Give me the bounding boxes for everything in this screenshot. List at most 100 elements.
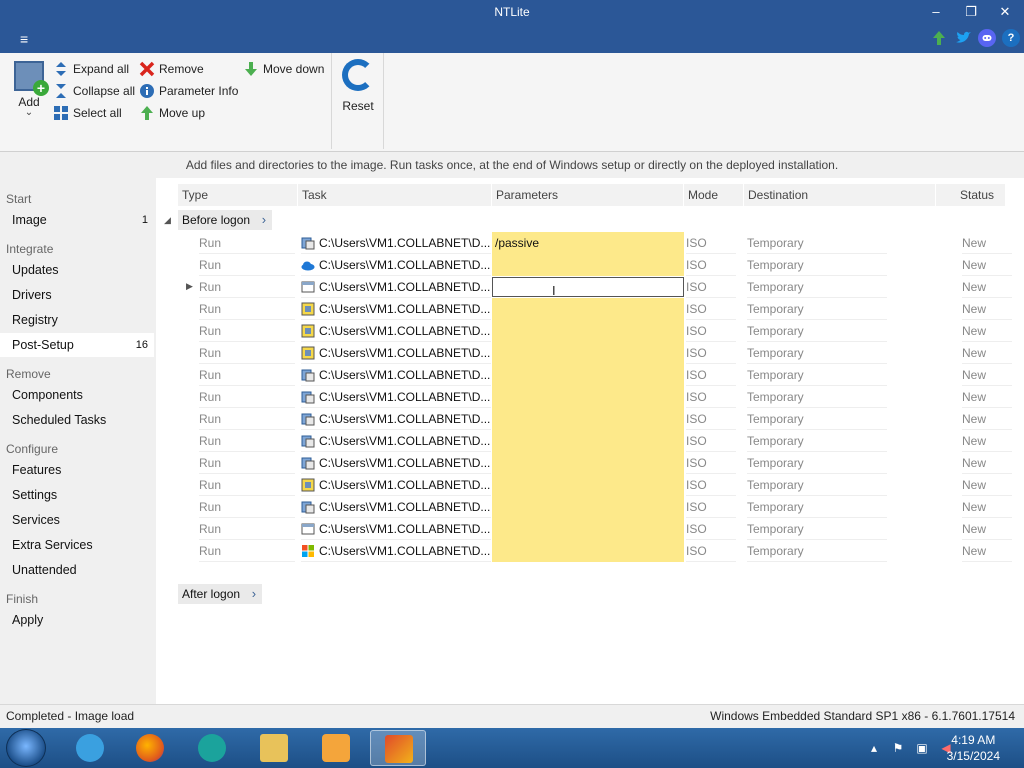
parameters-cell[interactable] bbox=[492, 496, 684, 518]
sidebar-item-apply[interactable]: Apply bbox=[0, 608, 154, 632]
parameters-cell[interactable]: /passive bbox=[492, 232, 684, 254]
collapse-all-button[interactable]: Collapse all bbox=[53, 81, 135, 101]
discord-icon[interactable] bbox=[978, 29, 996, 47]
restore-button[interactable]: ❐ bbox=[956, 2, 986, 22]
sidebar-item-components[interactable]: Components bbox=[0, 383, 154, 407]
sidebar-item-post-setup[interactable]: Post-Setup 16 bbox=[0, 333, 154, 357]
parameter-info-button[interactable]: Parameter Info bbox=[139, 81, 238, 101]
minimize-button[interactable]: – bbox=[921, 2, 951, 22]
sidebar-item-registry[interactable]: Registry bbox=[0, 308, 154, 332]
type-cell-text: Run bbox=[199, 456, 222, 470]
group-header-before-logon[interactable]: Before logon › bbox=[178, 210, 273, 230]
destination-cell-text: Temporary bbox=[747, 346, 804, 360]
parameters-cell[interactable] bbox=[492, 386, 684, 408]
sidebar-item-drivers[interactable]: Drivers bbox=[0, 283, 154, 307]
sidebar-item-label: Image bbox=[12, 213, 47, 227]
network-icon[interactable]: ▣ bbox=[914, 740, 930, 756]
column-header-task[interactable]: Task bbox=[298, 184, 492, 206]
taskbar-internet-explorer[interactable] bbox=[62, 730, 118, 766]
group-header-after-logon[interactable]: After logon › bbox=[178, 584, 263, 604]
parameters-cell[interactable] bbox=[492, 452, 684, 474]
parameters-cell[interactable] bbox=[492, 408, 684, 430]
select-all-button[interactable]: Select all bbox=[53, 103, 122, 123]
task-row[interactable]: Run C:\Users\VM1.COLLABNET\D... ISO Tempora… bbox=[156, 342, 1024, 364]
clock[interactable]: 4:19 AM 3/15/2024 bbox=[947, 732, 1000, 764]
type-cell-text: Run bbox=[199, 500, 222, 514]
status-cell-text: New bbox=[962, 346, 987, 360]
parameters-cell[interactable] bbox=[492, 298, 684, 320]
remove-button[interactable]: Remove bbox=[139, 59, 204, 79]
taskbar-media-player[interactable] bbox=[308, 730, 364, 766]
task-row[interactable]: Run C:\Users\VM1.COLLABNET\D... ISO Tempora… bbox=[156, 364, 1024, 386]
taskbar-firefox[interactable] bbox=[122, 730, 178, 766]
column-header-mode[interactable]: Mode bbox=[684, 184, 744, 206]
task-row[interactable]: Run C:\Users\VM1.COLLABNET\D... ISO Tempora… bbox=[156, 298, 1024, 320]
type-cell-text: Run bbox=[199, 368, 222, 382]
type-cell: Run bbox=[199, 474, 295, 496]
parameters-cell[interactable] bbox=[492, 320, 684, 342]
task-row[interactable]: Run C:\Users\VM1.COLLABNET\D... ISO Tempora… bbox=[156, 474, 1024, 496]
parameters-cell[interactable] bbox=[492, 474, 684, 496]
show-hidden-icons-icon[interactable]: ▴ bbox=[866, 740, 882, 756]
action-center-flag-icon[interactable]: ⚑ bbox=[890, 740, 906, 756]
task-row[interactable]: Run C:\Users\VM1.COLLABNET\D... ISO Tempora… bbox=[156, 408, 1024, 430]
column-header-status[interactable]: Status bbox=[936, 184, 1006, 206]
reset-button[interactable]: Reset bbox=[340, 59, 376, 123]
task-path-text: C:\Users\VM1.COLLABNET\D... bbox=[319, 456, 491, 470]
task-row[interactable]: Run C:\Users\VM1.COLLABNET\D... ISO Tempora… bbox=[156, 320, 1024, 342]
column-header-type[interactable]: Type bbox=[178, 184, 298, 206]
task-row[interactable]: Run C:\Users\VM1.COLLABNET\D... ISO Tempora… bbox=[156, 386, 1024, 408]
task-row[interactable]: Run C:\Users\VM1.COLLABNET\D... ISO Tempora… bbox=[156, 540, 1024, 562]
task-row[interactable]: Run C:\Users\VM1.COLLABNET\D... /passive IS… bbox=[156, 232, 1024, 254]
expand-all-button[interactable]: Expand all bbox=[53, 59, 129, 79]
sidebar-item-unattended[interactable]: Unattended bbox=[0, 558, 154, 582]
parameters-cell[interactable] bbox=[492, 540, 684, 562]
column-header-parameters[interactable]: Parameters bbox=[492, 184, 684, 206]
parameters-cell[interactable] bbox=[492, 254, 684, 276]
task-row[interactable]: Run C:\Users\VM1.COLLABNET\D... ISO Tempora… bbox=[156, 276, 1024, 298]
sidebar-item-extra-services[interactable]: Extra Services bbox=[0, 533, 154, 557]
close-button[interactable]: ✕ bbox=[990, 2, 1020, 22]
parameters-cell[interactable] bbox=[492, 342, 684, 364]
collapse-caret-icon[interactable]: ◢ bbox=[164, 215, 171, 226]
move-down-button[interactable]: Move down bbox=[243, 59, 324, 79]
clock-time: 4:19 AM bbox=[951, 733, 996, 747]
mode-cell: ISO bbox=[686, 364, 736, 386]
taskbar-ntlite[interactable] bbox=[370, 730, 426, 766]
taskbar-file-explorer[interactable] bbox=[246, 730, 302, 766]
parameters-cell[interactable] bbox=[492, 364, 684, 386]
task-row[interactable]: Run C:\Users\VM1.COLLABNET\D... ISO Tempora… bbox=[156, 430, 1024, 452]
column-header-destination[interactable]: Destination bbox=[744, 184, 936, 206]
mode-cell: ISO bbox=[686, 232, 736, 254]
task-cell: C:\Users\VM1.COLLABNET\D... bbox=[301, 452, 491, 474]
sidebar-item-updates[interactable]: Updates bbox=[0, 258, 154, 282]
parameters-cell[interactable] bbox=[492, 430, 684, 452]
sidebar-item-scheduled-tasks[interactable]: Scheduled Tasks bbox=[0, 408, 154, 432]
task-row[interactable]: Run C:\Users\VM1.COLLABNET\D... ISO Tempora… bbox=[156, 254, 1024, 276]
sidebar-item-settings[interactable]: Settings bbox=[0, 483, 154, 507]
move-up-button[interactable]: Move up bbox=[139, 103, 205, 123]
hamburger-menu-icon[interactable]: ≡ bbox=[20, 30, 42, 48]
collapse-icon bbox=[53, 83, 69, 99]
task-cell: C:\Users\VM1.COLLABNET\D... bbox=[301, 254, 491, 276]
type-cell-text: Run bbox=[199, 434, 222, 448]
start-button[interactable] bbox=[6, 729, 46, 767]
status-cell: New bbox=[962, 430, 1012, 452]
sidebar-item-services[interactable]: Services bbox=[0, 508, 154, 532]
green-arrow-up-icon[interactable] bbox=[930, 29, 948, 47]
help-icon[interactable]: ? bbox=[1002, 29, 1020, 47]
sidebar-item-image[interactable]: Image 1 bbox=[0, 208, 154, 232]
destination-cell-text: Temporary bbox=[747, 280, 804, 294]
sidebar-item-label: Scheduled Tasks bbox=[12, 413, 107, 427]
mode-cell-text: ISO bbox=[686, 346, 707, 360]
twitter-icon[interactable] bbox=[954, 29, 972, 47]
sidebar-item-features[interactable]: Features bbox=[0, 458, 154, 482]
task-row[interactable]: Run C:\Users\VM1.COLLABNET\D... ISO Tempora… bbox=[156, 452, 1024, 474]
task-row[interactable]: Run C:\Users\VM1.COLLABNET\D... ISO Tempora… bbox=[156, 518, 1024, 540]
task-row[interactable]: Run C:\Users\VM1.COLLABNET\D... ISO Tempora… bbox=[156, 496, 1024, 518]
taskbar-app[interactable] bbox=[184, 730, 240, 766]
destination-cell-text: Temporary bbox=[747, 368, 804, 382]
parameters-edit-field[interactable] bbox=[492, 277, 684, 297]
add-button[interactable]: + Add ⌄ bbox=[10, 59, 49, 123]
parameters-cell[interactable] bbox=[492, 518, 684, 540]
